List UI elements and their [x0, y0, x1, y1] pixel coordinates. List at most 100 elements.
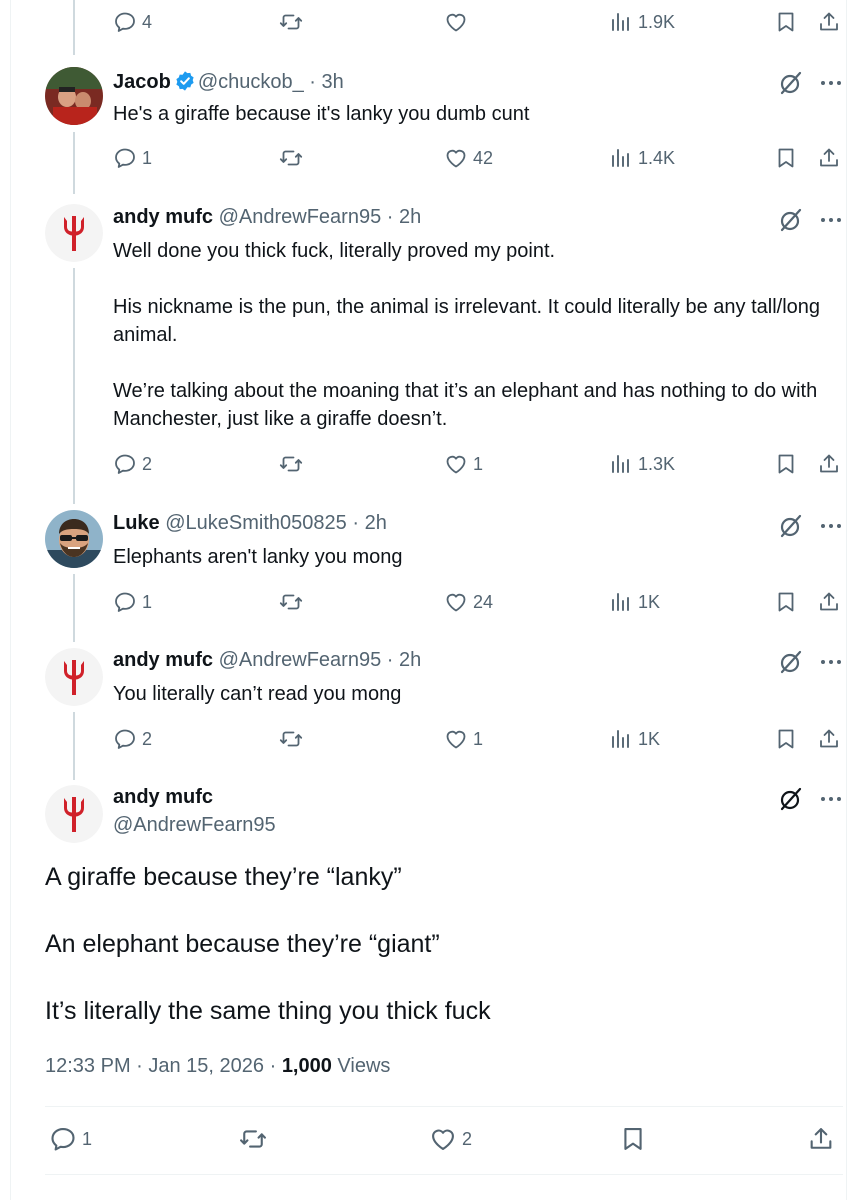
share-icon [820, 729, 838, 748]
share-button[interactable] [817, 142, 841, 174]
bookmark-icon [778, 592, 794, 612]
display-name[interactable]: Jacob [113, 71, 171, 93]
reply-button[interactable]: 2 [113, 723, 152, 755]
reply-button[interactable]: 4 [113, 6, 152, 38]
reply-header: andy mufc @AndrewFearn95 · 2h [113, 206, 421, 229]
display-name[interactable]: andy mufc [113, 206, 213, 228]
retweet-button[interactable] [279, 6, 303, 38]
avatar[interactable] [45, 785, 103, 843]
retweet-button[interactable] [279, 448, 303, 480]
tweet-actions: 2 1 1.3K [113, 448, 843, 480]
avatar[interactable] [45, 510, 103, 568]
reply-text: Well done you thick fuck, literally prov… [113, 237, 843, 433]
reply-icon [115, 729, 135, 749]
views-button[interactable]: 1.3K [609, 448, 675, 480]
user-handle[interactable]: @AndrewFearn95 [219, 649, 382, 671]
reply-line: He's a giraffe because it's lanky you du… [113, 103, 530, 125]
more-icon[interactable] [817, 648, 845, 676]
reply-count: 2 [142, 453, 153, 474]
views-label: Views [331, 1055, 391, 1077]
retweet-button[interactable] [279, 142, 303, 174]
reply-paragraph: Well done you thick fuck, literally prov… [113, 240, 556, 262]
like-button[interactable]: 2 [429, 1123, 472, 1155]
grok-icon[interactable] [777, 785, 805, 813]
grok-icon[interactable] [777, 206, 805, 234]
views-button[interactable]: 1K [609, 586, 660, 618]
bookmark-icon [778, 729, 794, 749]
tweet-paragraph: An elephant because they’re “giant” [45, 930, 440, 958]
bookmark-button[interactable] [774, 6, 798, 38]
views-button[interactable]: 1K [609, 723, 660, 755]
user-handle[interactable]: @AndrewFearn95 [113, 814, 276, 836]
post-time[interactable]: · 3h [309, 71, 343, 93]
user-handle[interactable]: @chuckob_ [198, 71, 304, 93]
reply-button[interactable]: 1 [113, 142, 152, 174]
like-button[interactable]: 42 [444, 142, 493, 174]
reply-count: 1 [142, 591, 153, 612]
reply-icon [115, 592, 135, 612]
tweet-timestamp[interactable]: 12:33 PM · Jan 15, 2026 · [45, 1055, 282, 1077]
display-name[interactable]: andy mufc [113, 649, 213, 671]
share-button[interactable] [817, 586, 841, 618]
retweet-icon [279, 594, 303, 610]
more-icon[interactable] [817, 69, 845, 97]
bookmark-button[interactable] [774, 142, 798, 174]
thread-line [73, 268, 75, 504]
bookmark-icon [624, 1128, 642, 1150]
tweet-actions: 2 1 1K [113, 723, 843, 755]
like-button[interactable]: 24 [444, 586, 493, 618]
share-button[interactable] [807, 1123, 835, 1155]
views-button[interactable]: 1.9K [609, 6, 675, 38]
like-button[interactable]: 1 [444, 723, 483, 755]
views-count: 1K [638, 728, 661, 749]
retweet-button[interactable] [239, 1123, 267, 1155]
main-tweet-actions: 1 2 [45, 1123, 843, 1159]
bookmark-button[interactable] [774, 723, 798, 755]
like-count: 1 [473, 453, 484, 474]
like-button[interactable]: 1 [444, 448, 483, 480]
reply-text: He's a giraffe because it's lanky you du… [113, 100, 843, 128]
share-button[interactable] [817, 448, 841, 480]
share-icon [820, 12, 838, 31]
bookmark-button[interactable] [774, 448, 798, 480]
share-button[interactable] [817, 723, 841, 755]
display-name[interactable]: andy mufc [113, 786, 213, 808]
retweet-button[interactable] [279, 723, 303, 755]
main-author-handle: @AndrewFearn95 [113, 814, 276, 837]
share-button[interactable] [817, 6, 841, 38]
like-count: 1 [473, 728, 484, 749]
more-icon[interactable] [817, 785, 845, 813]
reply-button[interactable]: 1 [49, 1123, 92, 1155]
reply-button[interactable]: 2 [113, 448, 152, 480]
reply-icon [115, 12, 135, 32]
display-name[interactable]: Luke [113, 512, 160, 534]
views-button[interactable]: 1.4K [609, 142, 675, 174]
views-icon [612, 593, 629, 611]
avatar[interactable] [45, 204, 103, 262]
reply-button[interactable]: 1 [113, 586, 152, 618]
like-icon [446, 730, 466, 749]
retweet-button[interactable] [279, 586, 303, 618]
retweet-icon [279, 731, 303, 747]
post-time[interactable]: · 2h [352, 512, 386, 534]
views-icon [612, 149, 629, 167]
avatar[interactable] [45, 67, 103, 125]
like-button[interactable] [444, 6, 468, 38]
bookmark-button[interactable] [774, 586, 798, 618]
bookmark-icon [778, 148, 794, 168]
avatar[interactable] [45, 648, 103, 706]
thread-line [73, 574, 75, 642]
tweet-actions: 4 1.9K [113, 6, 843, 38]
user-handle[interactable]: @AndrewFearn95 [219, 206, 382, 228]
reply-header: andy mufc @AndrewFearn95 · 2h [113, 649, 421, 672]
grok-icon[interactable] [777, 648, 805, 676]
post-time[interactable]: · 2h [387, 206, 421, 228]
user-handle[interactable]: @LukeSmith050825 [165, 512, 347, 534]
grok-icon[interactable] [777, 512, 805, 540]
bookmark-button[interactable] [619, 1123, 647, 1155]
views-total: 1,000 [281, 1055, 332, 1077]
more-icon[interactable] [817, 512, 845, 540]
more-icon[interactable] [817, 206, 845, 234]
post-time[interactable]: · 2h [387, 649, 421, 671]
grok-icon[interactable] [777, 69, 805, 97]
